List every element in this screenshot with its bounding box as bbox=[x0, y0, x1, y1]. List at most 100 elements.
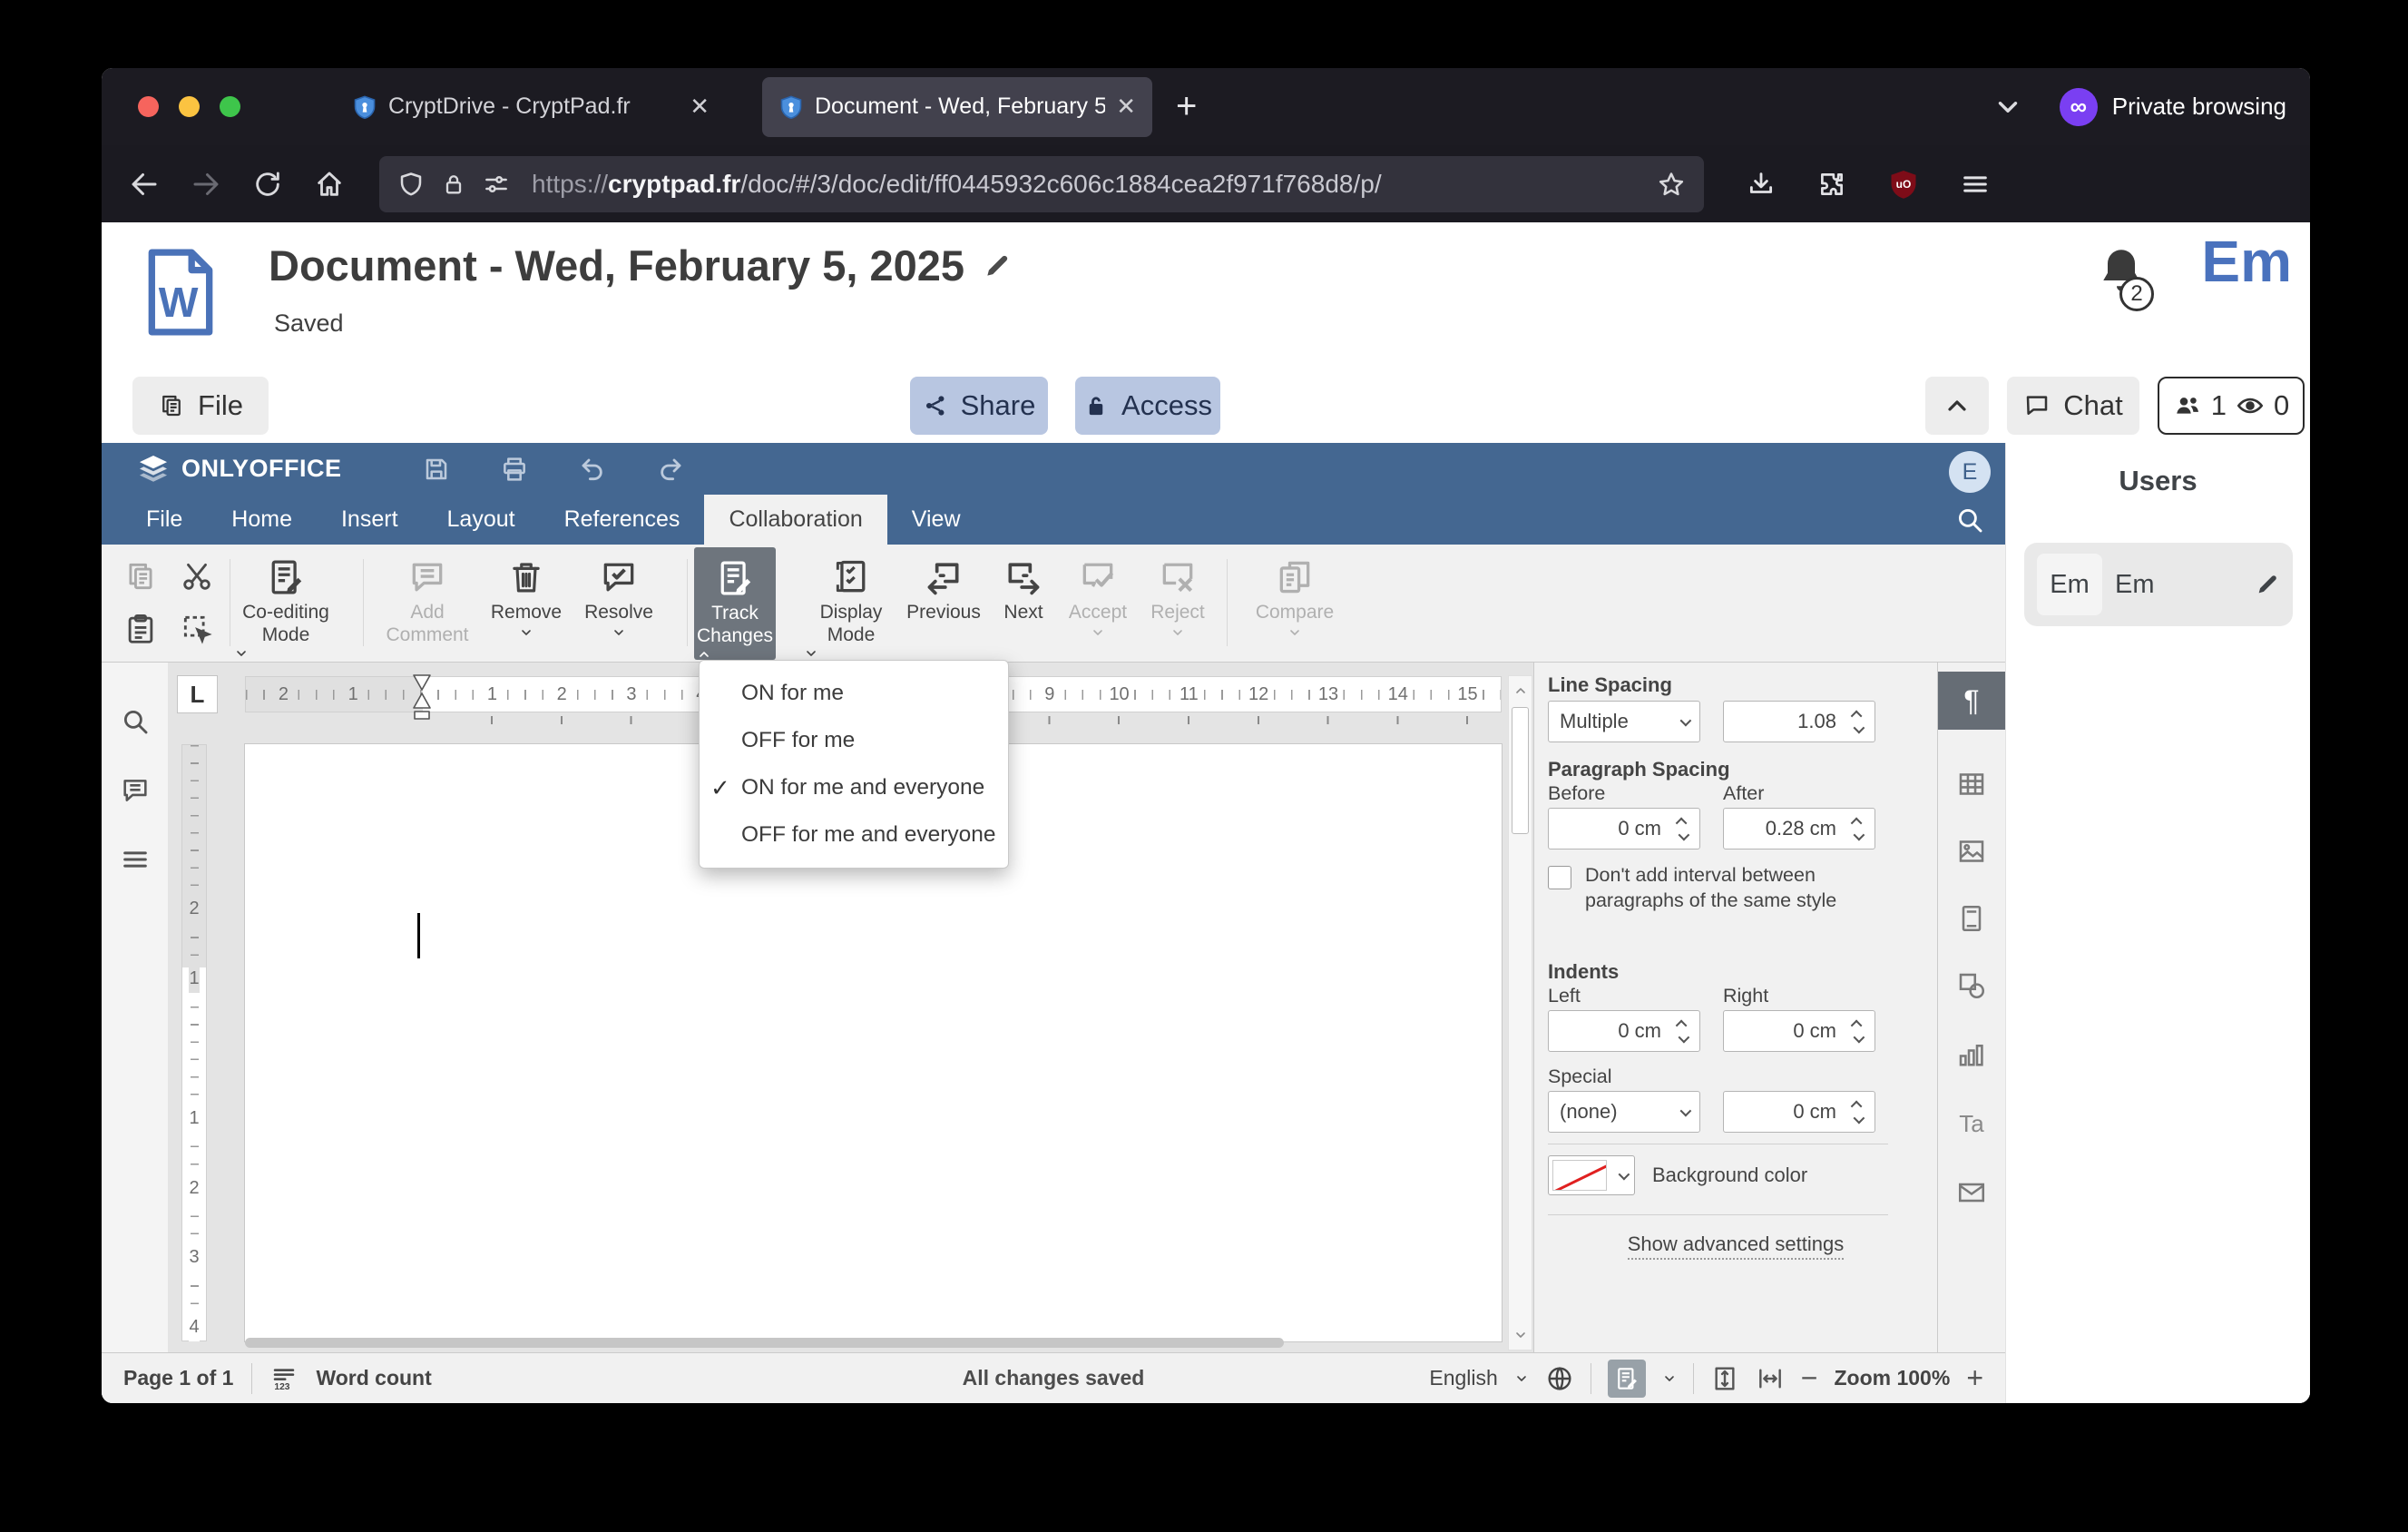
fit-page-icon[interactable] bbox=[1710, 1364, 1739, 1393]
tab-stop-selector[interactable]: L bbox=[177, 675, 218, 713]
zoom-window-button[interactable] bbox=[220, 96, 240, 117]
word-count-button[interactable]: Word count bbox=[316, 1366, 431, 1390]
save-icon[interactable] bbox=[422, 455, 451, 484]
notifications-button[interactable]: 2 bbox=[2094, 244, 2154, 311]
bookmark-star-icon[interactable] bbox=[1657, 170, 1686, 199]
menu-item-off-for-everyone[interactable]: OFF for me and everyone bbox=[700, 811, 1008, 859]
previous-change-button[interactable]: Previous bbox=[894, 545, 994, 661]
horizontal-scrollbar[interactable] bbox=[245, 1338, 1452, 1349]
permissions-icon[interactable] bbox=[483, 171, 510, 198]
menu-item-on-for-me[interactable]: ON for me bbox=[700, 670, 1008, 717]
list-tabs-chevron-icon[interactable] bbox=[1992, 92, 2023, 123]
spinner-arrows[interactable] bbox=[1669, 1019, 1696, 1043]
onlyoffice-user-avatar[interactable]: E bbox=[1949, 451, 1991, 493]
menu-item-off-for-me[interactable]: OFF for me bbox=[700, 717, 1008, 764]
edit-name-pencil-icon[interactable] bbox=[2255, 572, 2280, 597]
minimize-window-button[interactable] bbox=[179, 96, 200, 117]
share-button[interactable]: Share bbox=[910, 377, 1048, 435]
add-comment-button[interactable]: Add Comment bbox=[373, 545, 482, 661]
tab-insert[interactable]: Insert bbox=[317, 495, 423, 545]
hscroll-thumb[interactable] bbox=[245, 1338, 1284, 1348]
url-bar[interactable]: https://cryptpad.fr/doc/#/3/doc/edit/ff0… bbox=[379, 155, 1704, 212]
account-avatar[interactable]: Em bbox=[2201, 228, 2292, 295]
shape-settings-tab[interactable] bbox=[1938, 957, 2006, 1015]
reload-button[interactable] bbox=[249, 165, 287, 203]
tracking-protection-shield-icon[interactable] bbox=[397, 171, 425, 198]
file-menu-button[interactable]: File bbox=[132, 377, 269, 435]
new-tab-button[interactable]: + bbox=[1176, 86, 1197, 127]
resolve-comment-button[interactable]: Resolve bbox=[569, 545, 669, 661]
spinner-arrows[interactable] bbox=[1844, 710, 1871, 733]
close-tab-icon[interactable]: ✕ bbox=[690, 93, 710, 121]
line-spacing-amount[interactable]: 1.08 bbox=[1723, 701, 1875, 742]
find-search-icon[interactable] bbox=[120, 706, 151, 737]
text-art-settings-tab[interactable]: Ta bbox=[1938, 1095, 2006, 1153]
forward-button[interactable] bbox=[187, 165, 225, 203]
undo-icon[interactable] bbox=[578, 455, 607, 484]
zoom-level[interactable]: Zoom 100% bbox=[1834, 1366, 1950, 1390]
spinner-arrows[interactable] bbox=[1669, 817, 1696, 840]
edit-title-pencil-icon[interactable] bbox=[983, 251, 1012, 280]
indent-marker-icon[interactable] bbox=[411, 673, 433, 721]
track-changes-toggle[interactable] bbox=[1607, 1359, 1646, 1398]
collapse-toolbar-button[interactable] bbox=[1925, 377, 1989, 435]
line-spacing-select[interactable]: Multiple bbox=[1548, 701, 1700, 742]
tab-collaboration[interactable]: Collaboration bbox=[704, 495, 887, 545]
special-amount-input[interactable]: 0 cm bbox=[1723, 1091, 1875, 1133]
spinner-arrows[interactable] bbox=[1844, 817, 1871, 840]
next-change-button[interactable]: Next bbox=[987, 545, 1060, 661]
language-selector[interactable]: English bbox=[1429, 1366, 1497, 1390]
mail-merge-tab[interactable] bbox=[1938, 1164, 2006, 1222]
tab-layout[interactable]: Layout bbox=[423, 495, 540, 545]
spacing-after-input[interactable]: 0.28 cm bbox=[1723, 808, 1875, 849]
close-tab-icon[interactable]: ✕ bbox=[1116, 93, 1136, 121]
paragraph-settings-tab[interactable]: ¶ bbox=[1937, 672, 2006, 730]
access-button[interactable]: Access bbox=[1075, 377, 1220, 435]
track-changes-button-active[interactable]: Track Changes bbox=[694, 547, 776, 660]
header-footer-settings-tab[interactable] bbox=[1938, 889, 2006, 948]
chat-button[interactable]: Chat bbox=[2007, 377, 2139, 435]
display-mode-button[interactable]: Display Mode bbox=[801, 545, 901, 661]
background-color-picker[interactable] bbox=[1548, 1155, 1635, 1195]
spacing-before-input[interactable]: 0 cm bbox=[1548, 808, 1700, 849]
scroll-down-icon[interactable] bbox=[1513, 1328, 1528, 1342]
connection-lock-icon[interactable] bbox=[441, 172, 466, 197]
interval-checkbox[interactable] bbox=[1548, 866, 1571, 889]
tab-view[interactable]: View bbox=[887, 495, 985, 545]
zoom-out-button[interactable]: − bbox=[1801, 1361, 1818, 1395]
navigation-head­ings-icon[interactable] bbox=[120, 844, 151, 875]
chart-settings-tab[interactable] bbox=[1938, 1026, 2006, 1084]
redo-icon[interactable] bbox=[656, 455, 685, 484]
home-button[interactable] bbox=[310, 165, 348, 203]
spinner-arrows[interactable] bbox=[1844, 1100, 1871, 1124]
scroll-up-icon[interactable] bbox=[1513, 683, 1528, 698]
remove-comment-button[interactable]: Remove bbox=[476, 545, 576, 661]
vertical-scrollbar[interactable] bbox=[1508, 675, 1532, 1350]
search-icon[interactable] bbox=[1954, 505, 1985, 535]
tab-file[interactable]: File bbox=[122, 495, 207, 545]
accept-change-button[interactable]: Accept bbox=[1057, 545, 1139, 661]
tab-references[interactable]: References bbox=[540, 495, 705, 545]
tab-cryptdrive[interactable]: CryptDrive - CryptPad.fr ✕ bbox=[336, 77, 726, 137]
extensions-puzzle-icon[interactable] bbox=[1816, 169, 1847, 200]
document-title[interactable]: Document - Wed, February 5, 2025 bbox=[269, 241, 1012, 290]
paste-icon[interactable] bbox=[123, 612, 158, 646]
menu-item-on-for-everyone[interactable]: ✓ ON for me and everyone bbox=[700, 764, 1008, 811]
tab-home[interactable]: Home bbox=[207, 495, 317, 545]
window-controls[interactable] bbox=[138, 96, 240, 117]
comments-panel-icon[interactable] bbox=[120, 775, 151, 806]
hamburger-menu-icon[interactable] bbox=[1960, 169, 1991, 200]
downloads-icon[interactable] bbox=[1746, 169, 1777, 200]
vertical-ruler[interactable]: 21 12345 bbox=[181, 744, 207, 1342]
ublock-origin-icon[interactable] bbox=[1887, 168, 1920, 201]
indent-right-input[interactable]: 0 cm bbox=[1723, 1010, 1875, 1052]
user-count-button[interactable]: 1 0 bbox=[2158, 377, 2305, 435]
fit-width-icon[interactable] bbox=[1756, 1364, 1785, 1393]
image-settings-tab[interactable] bbox=[1938, 822, 2006, 880]
back-button[interactable] bbox=[125, 165, 163, 203]
spinner-arrows[interactable] bbox=[1844, 1019, 1871, 1043]
close-window-button[interactable] bbox=[138, 96, 159, 117]
select-all-icon[interactable] bbox=[180, 612, 214, 646]
table-settings-tab[interactable] bbox=[1938, 755, 2006, 813]
page-indicator[interactable]: Page 1 of 1 bbox=[123, 1366, 233, 1390]
